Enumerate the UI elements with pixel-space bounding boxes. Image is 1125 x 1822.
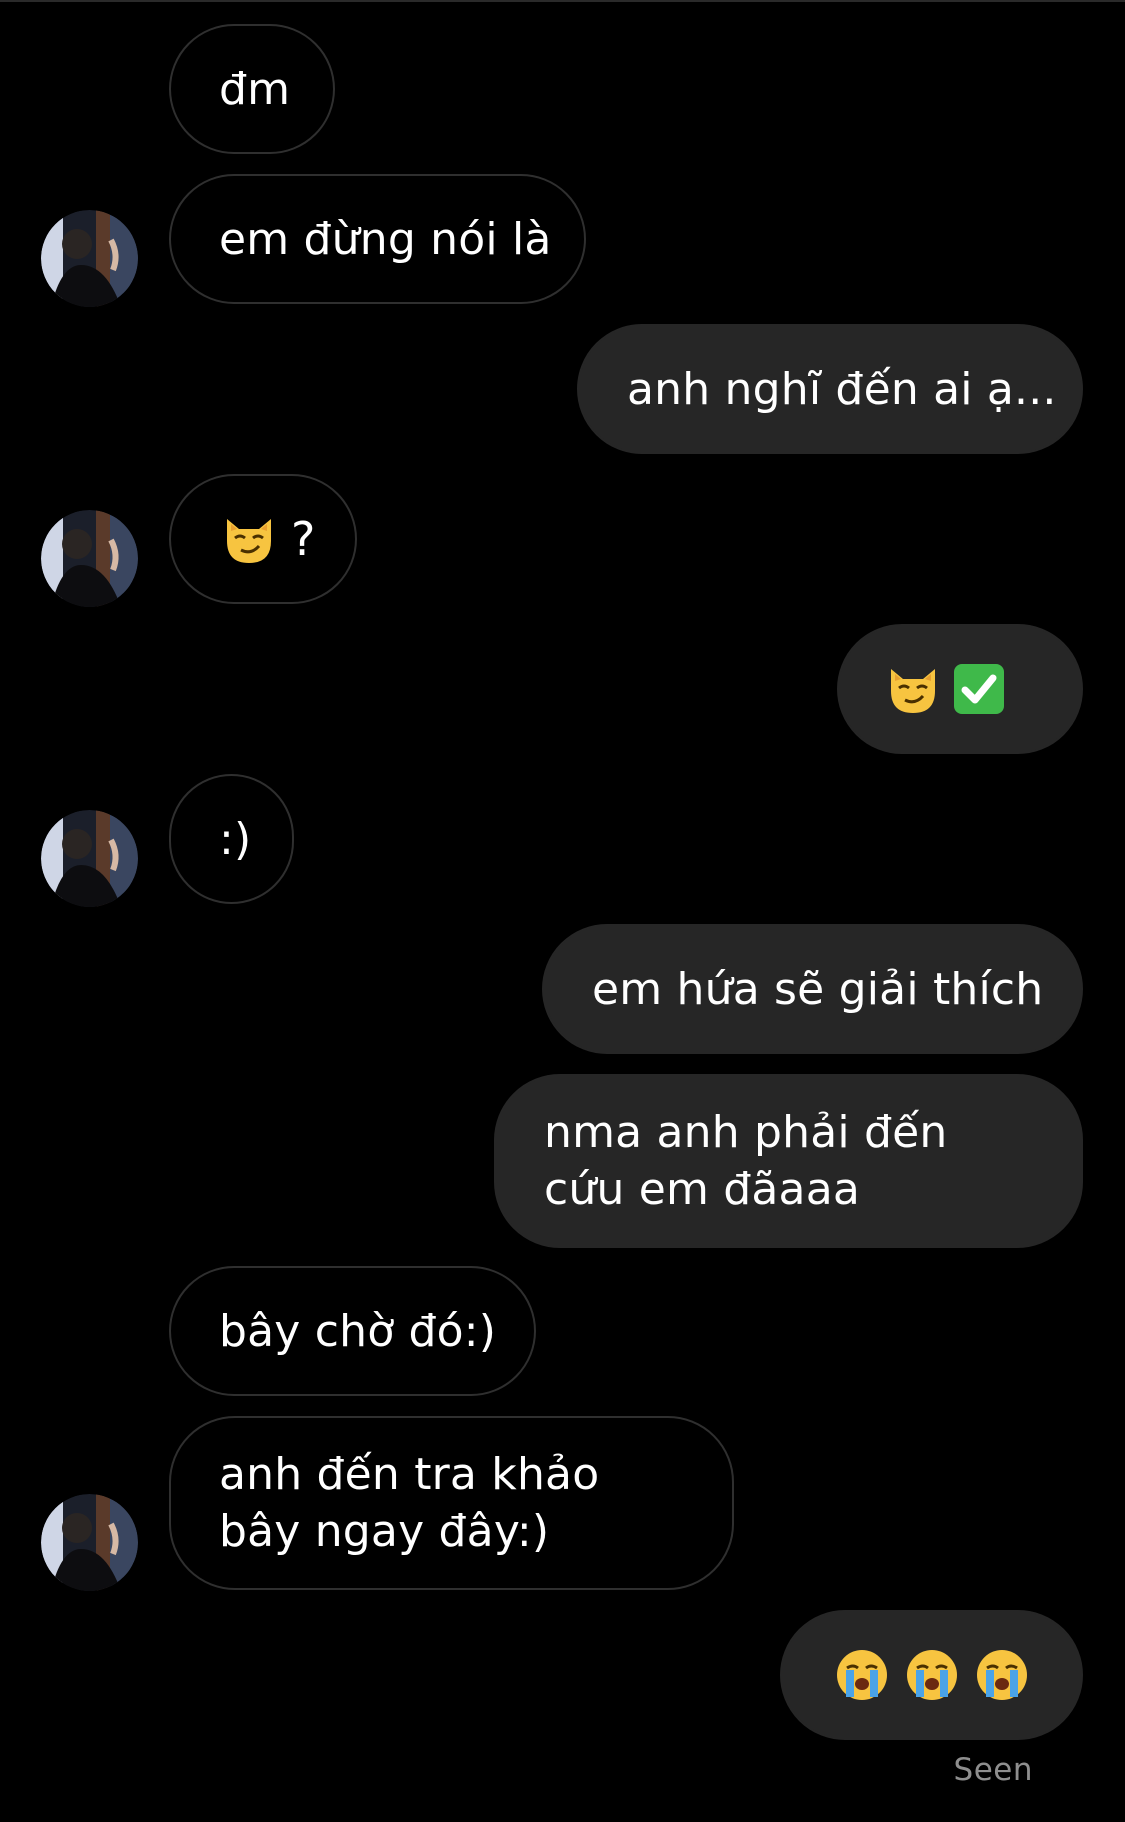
avatar-photo: [41, 810, 138, 907]
loudly-crying-emoji: [836, 1650, 887, 1700]
smirking-cat-emoji: [891, 669, 935, 713]
avatar-photo: [41, 510, 138, 607]
message-incoming[interactable]: em đừng nói là: [169, 174, 586, 304]
message-text: đm: [219, 63, 291, 115]
emoji-row: [834, 1647, 1030, 1703]
message-text: anh nghĩ đến ai ạ...: [627, 363, 1057, 415]
contact-avatar[interactable]: [41, 810, 138, 907]
message-incoming[interactable]: :): [169, 774, 294, 904]
avatar-photo: [41, 1494, 138, 1591]
smirking-cat-emoji: [227, 519, 271, 563]
message-text: nma anh phải đến cứu em đãaaa: [544, 1107, 948, 1215]
contact-avatar[interactable]: [41, 210, 138, 307]
check-mark-emoji: [954, 664, 1004, 714]
message-text: :): [219, 813, 252, 865]
message-outgoing[interactable]: em hứa sẽ giải thích: [542, 924, 1083, 1054]
message-text: bây chờ đó:): [219, 1305, 497, 1357]
message-outgoing[interactable]: nma anh phải đến cứu em đãaaa: [494, 1074, 1083, 1248]
emoji-row: [885, 661, 1007, 717]
message-text: em đừng nói là: [219, 213, 552, 265]
message-incoming[interactable]: anh đến tra khảo bây ngay đây:): [169, 1416, 734, 1590]
message-incoming[interactable]: đm: [169, 24, 335, 154]
message-text: ?: [291, 511, 316, 566]
message-outgoing[interactable]: anh nghĩ đến ai ạ...: [577, 324, 1083, 454]
top-divider: [0, 0, 1125, 2]
chat-thread: đm em đừng nói là anh nghĩ đến ai ạ... ?…: [0, 0, 1125, 1822]
message-outgoing[interactable]: [780, 1610, 1083, 1740]
message-text: em hứa sẽ giải thích: [592, 963, 1044, 1015]
message-incoming[interactable]: bây chờ đó:): [169, 1266, 536, 1396]
loudly-crying-emoji: [906, 1650, 957, 1700]
loudly-crying-emoji: [976, 1650, 1027, 1700]
message-outgoing[interactable]: [837, 624, 1083, 754]
message-incoming[interactable]: ?: [169, 474, 357, 604]
message-text: anh đến tra khảo bây ngay đây:): [219, 1449, 600, 1557]
contact-avatar[interactable]: [41, 510, 138, 607]
avatar-photo: [41, 210, 138, 307]
emoji-row: ?: [221, 511, 316, 568]
seen-status: Seen: [953, 1752, 1033, 1788]
contact-avatar[interactable]: [41, 1494, 138, 1591]
